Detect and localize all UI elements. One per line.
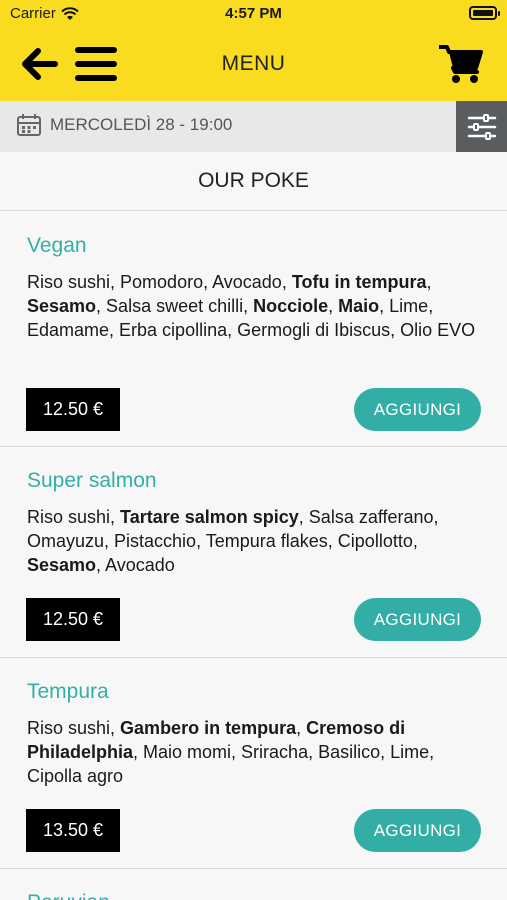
- ingredient-highlight: Sesamo: [27, 555, 97, 575]
- item-name: Super salmon: [27, 469, 157, 492]
- filter-button[interactable]: [456, 101, 507, 152]
- ingredient-text: ,: [426, 272, 432, 292]
- add-button[interactable]: AGGIUNGI: [354, 809, 481, 852]
- nav-row: MENU: [0, 28, 507, 101]
- ingredient-highlight: Tofu in tempura: [291, 272, 427, 292]
- header-bar: Carrier 4:57 PM MENU: [0, 0, 507, 101]
- ingredient-highlight: Nocciole: [253, 296, 329, 316]
- item-name: Peruvian: [27, 891, 110, 900]
- section-title: OUR POKE: [0, 152, 507, 211]
- menu-item-card: Tempura Riso sushi, Gambero in tempura, …: [0, 658, 507, 869]
- status-time: 4:57 PM: [225, 5, 282, 22]
- item-description: Riso sushi, Tartare salmon spicy, Salsa …: [27, 505, 482, 577]
- menu-item-card: Peruvian: [0, 869, 507, 900]
- price-tag: 13.50 €: [26, 809, 120, 852]
- ingredient-text: Riso sushi, Pomodoro, Avocado,: [27, 272, 292, 292]
- add-button[interactable]: AGGIUNGI: [354, 598, 481, 641]
- date-label: MERCOLEDÌ 28 - 19:00: [50, 115, 233, 134]
- add-button[interactable]: AGGIUNGI: [354, 388, 481, 431]
- ingredient-text: Riso sushi,: [27, 507, 121, 527]
- ingredient-text: Riso sushi,: [27, 718, 121, 738]
- ingredient-highlight: Sesamo: [27, 296, 97, 316]
- cart-button[interactable]: [439, 42, 483, 86]
- page-title: MENU: [221, 52, 286, 75]
- price-tag: 12.50 €: [26, 598, 120, 641]
- ingredient-highlight: Gambero in tempura: [120, 718, 297, 738]
- cart-icon: [439, 45, 483, 83]
- ingredient-text: ,: [328, 296, 339, 316]
- item-description: Riso sushi, Pomodoro, Avocado, Tofu in t…: [27, 270, 482, 342]
- item-name: Vegan: [27, 234, 87, 257]
- price-tag: 12.50 €: [26, 388, 120, 431]
- menu-item-card: Super salmon Riso sushi, Tartare salmon …: [0, 447, 507, 658]
- item-name: Tempura: [27, 680, 109, 703]
- ingredient-highlight: Maio: [338, 296, 380, 316]
- ingredient-text: ,: [296, 718, 307, 738]
- ingredient-text: , Avocado: [96, 555, 175, 575]
- date-selector[interactable]: MERCOLEDÌ 28 - 19:00: [16, 113, 232, 137]
- status-bar: Carrier 4:57 PM: [0, 0, 507, 28]
- battery-icon: [469, 6, 500, 20]
- date-bar: MERCOLEDÌ 28 - 19:00: [0, 101, 507, 152]
- menu-item-card: Vegan Riso sushi, Pomodoro, Avocado, Tof…: [0, 212, 507, 447]
- ingredient-text: , Salsa sweet chilli,: [96, 296, 254, 316]
- ingredient-highlight: Tartare salmon spicy: [120, 507, 299, 527]
- item-description: Riso sushi, Gambero in tempura, Cremoso …: [27, 716, 482, 788]
- filter-sliders-icon: [467, 113, 496, 140]
- calendar-icon: [17, 114, 41, 136]
